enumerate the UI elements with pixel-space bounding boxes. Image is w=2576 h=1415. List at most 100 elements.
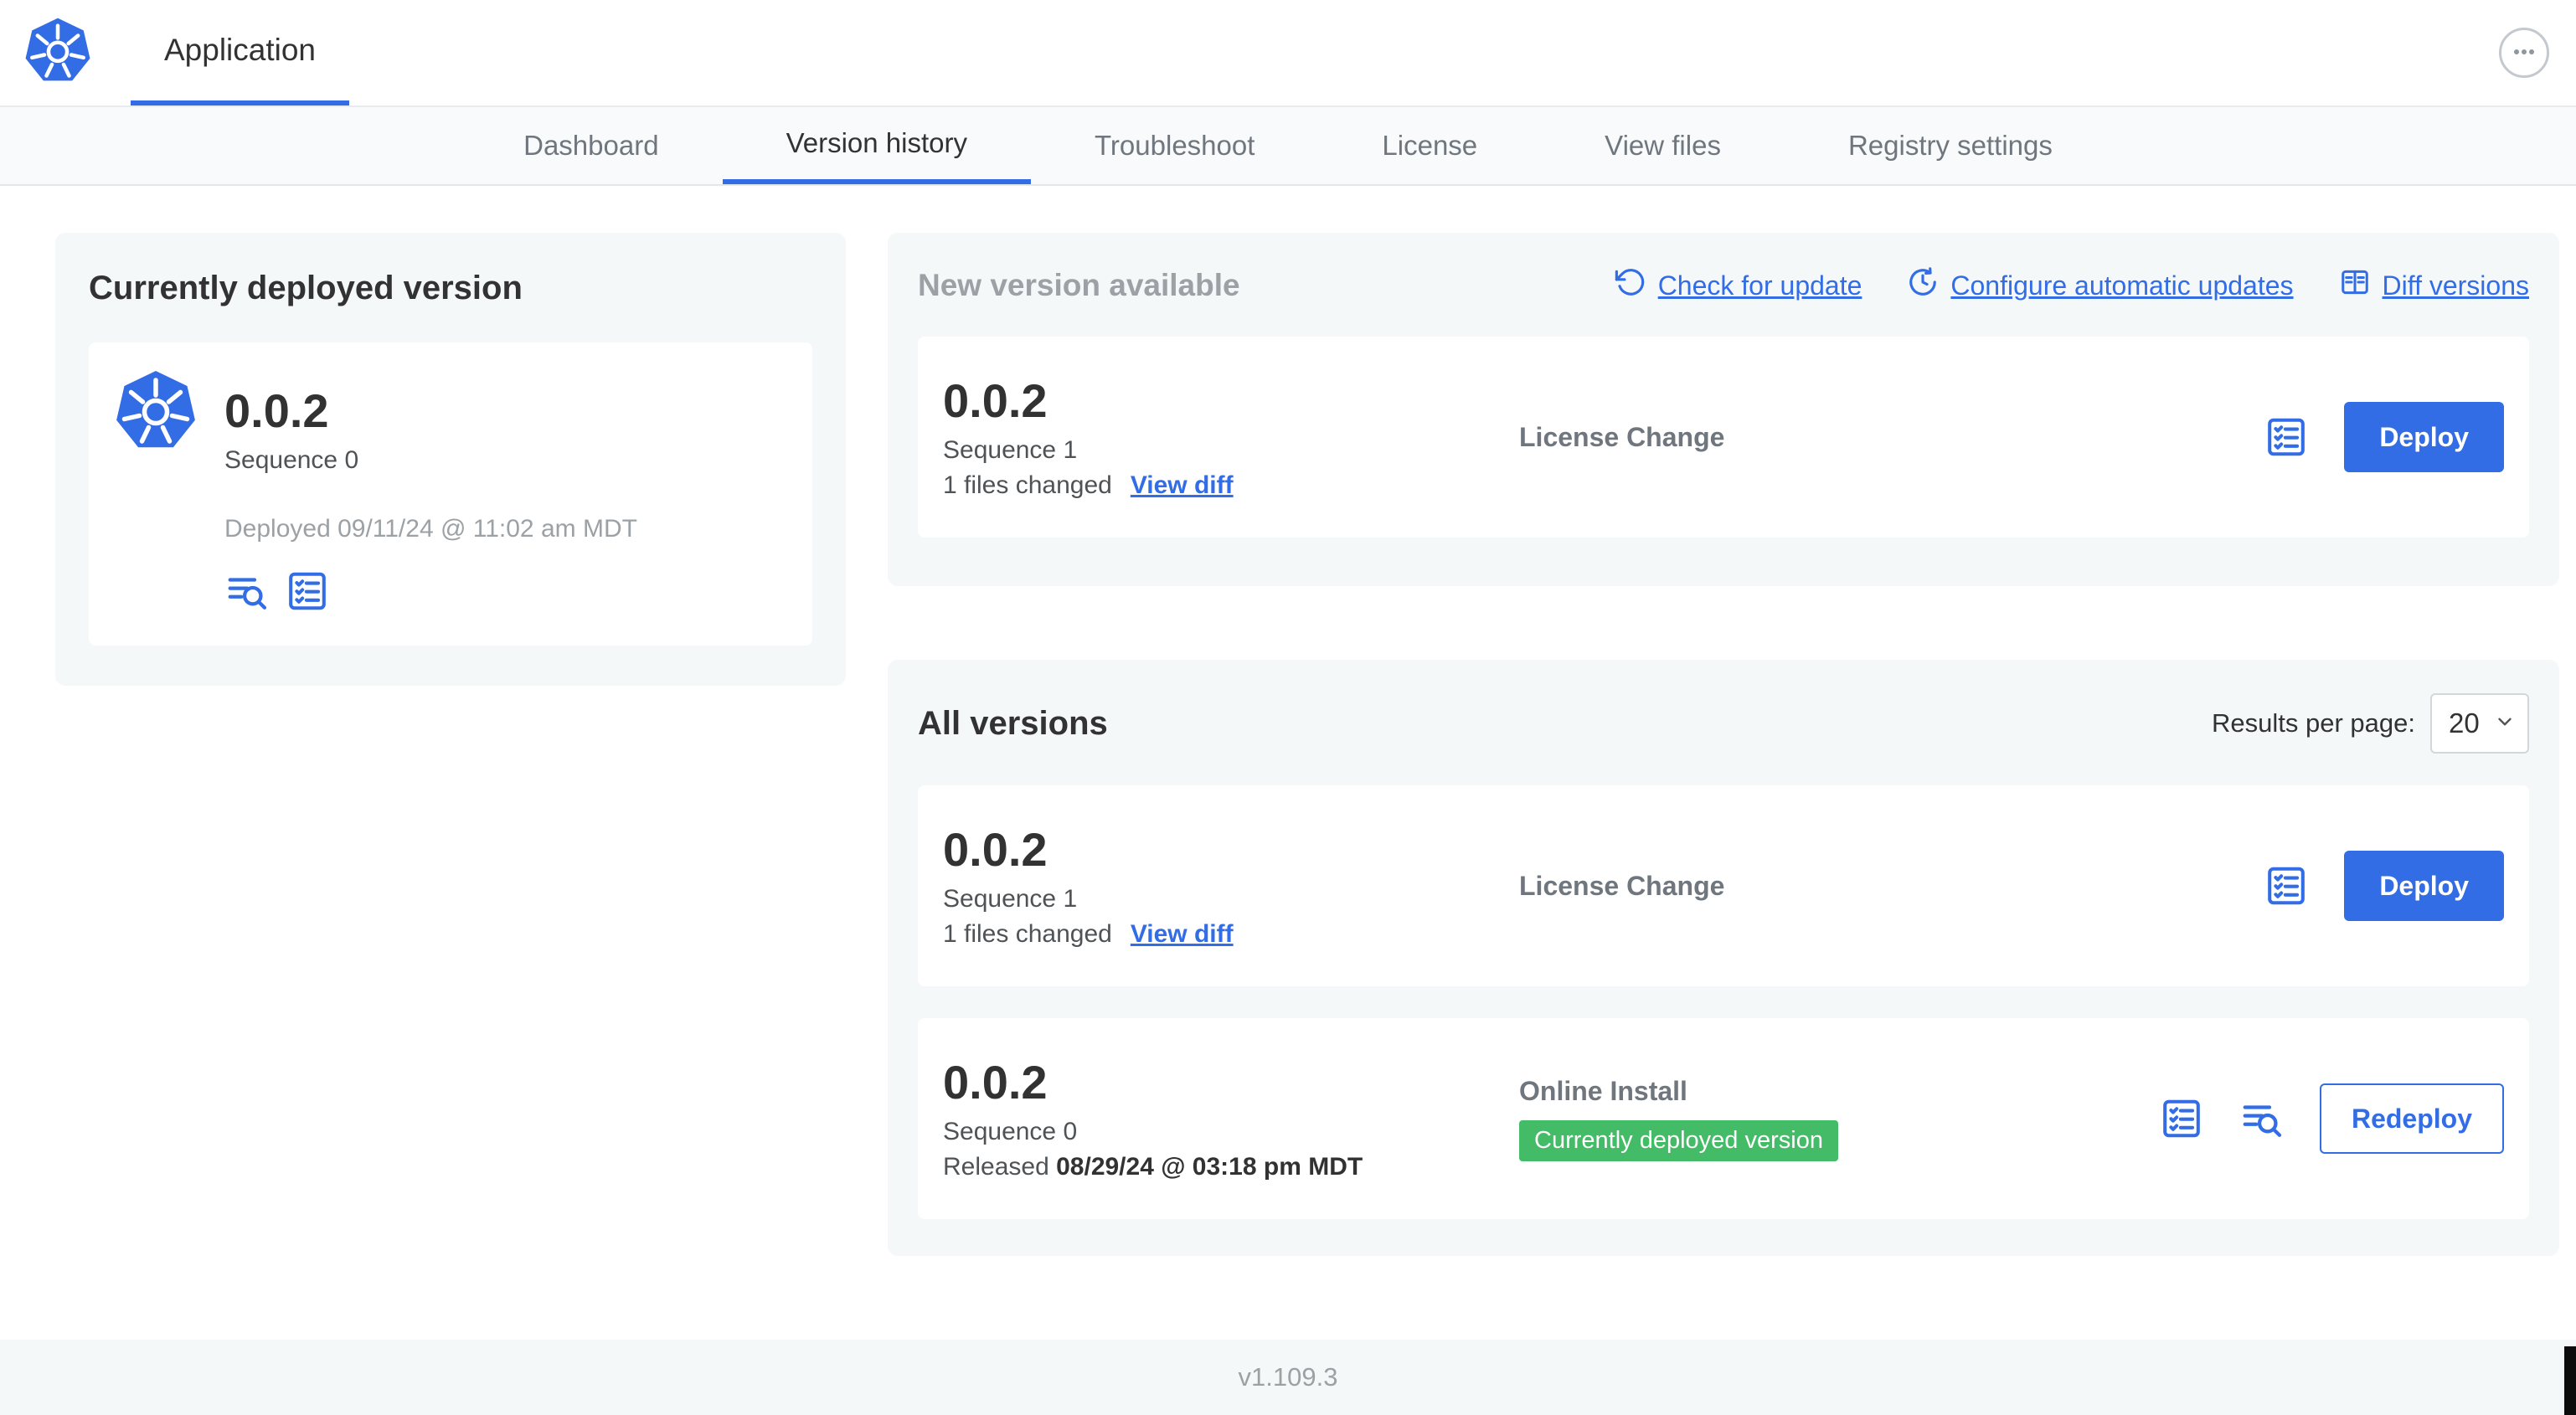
clock-refresh-icon <box>1907 266 1939 305</box>
new-version-release-row: 0.0.2 Sequence 1 1 files changed View di… <box>918 337 2529 538</box>
logs-icon <box>224 569 270 614</box>
chevron-down-icon <box>2494 708 2516 739</box>
ellipsis-icon <box>2509 37 2539 69</box>
currently-deployed-title: Currently deployed version <box>89 270 523 306</box>
new-version-actions: Check for update Configure automatic upd… <box>1615 266 2529 305</box>
release-source: Online Install Currently deployed versio… <box>1519 1076 2159 1161</box>
files-changed-line: 1 files changed View diff <box>943 471 1519 500</box>
tab-troubleshoot[interactable]: Troubleshoot <box>1031 107 1318 184</box>
tab-version-history[interactable]: Version history <box>722 107 1031 184</box>
configure-automatic-updates-link[interactable]: Configure automatic updates <box>1907 266 2294 305</box>
deployed-sequence: Sequence 0 <box>224 446 359 475</box>
results-per-page-select[interactable]: 20 <box>2430 693 2529 754</box>
results-per-page: Results per page: 20 <box>2212 693 2529 754</box>
deploy-button[interactable]: Deploy <box>2344 851 2504 921</box>
tab-dashboard[interactable]: Dashboard <box>460 107 722 184</box>
tab-label: Version history <box>786 127 967 158</box>
right-column: New version available Check for update C… <box>888 233 2559 1256</box>
checklist-icon <box>2159 1096 2204 1141</box>
app-footer: v1.109.3 <box>0 1340 2576 1415</box>
version-row: 0.0.2 Sequence 0 Released 08/29/24 @ 03:… <box>918 1018 2529 1219</box>
deploy-button[interactable]: Deploy <box>2344 402 2504 472</box>
tab-application[interactable]: Application <box>131 0 350 105</box>
check-for-update-link[interactable]: Check for update <box>1615 266 1862 305</box>
view-diff-link[interactable]: View diff <box>1131 471 1234 500</box>
deployed-version-number: 0.0.2 <box>224 384 329 437</box>
row-actions: Deploy <box>2264 851 2504 921</box>
currently-deployed-badge: Currently deployed version <box>1519 1120 1838 1161</box>
view-diff-link[interactable]: View diff <box>1131 920 1234 949</box>
all-versions-card: All versions Results per page: 20 0.0.2 … <box>888 660 2559 1256</box>
row-actions: Redeploy <box>2159 1083 2504 1154</box>
all-versions-title: All versions <box>918 704 1108 742</box>
app-tab-label: Application <box>164 33 317 67</box>
all-versions-header: All versions Results per page: 20 <box>918 693 2529 754</box>
preflight-checks-button[interactable] <box>2264 414 2309 460</box>
release-source: License Change <box>1519 871 2264 902</box>
tab-label: Registry settings <box>1847 130 2053 161</box>
files-changed-text: 1 files changed <box>943 920 1112 949</box>
refresh-icon <box>1615 266 1646 305</box>
check-for-update-label: Check for update <box>1657 270 1862 301</box>
view-logs-button[interactable] <box>224 569 270 614</box>
main-content: Currently deployed version 0.0.2 Sequenc… <box>0 186 2576 1340</box>
configure-automatic-updates-label: Configure automatic updates <box>1950 270 2294 301</box>
kubernetes-app-icon <box>114 369 198 614</box>
release-info: 0.0.2 Sequence 1 1 files changed View di… <box>943 374 1519 500</box>
release-actions: Deploy <box>2264 402 2504 472</box>
results-per-page-label: Results per page: <box>2212 708 2415 738</box>
tab-label: Troubleshoot <box>1095 130 1255 161</box>
release-info: 0.0.2 Sequence 0 Released 08/29/24 @ 03:… <box>943 1056 1519 1181</box>
logs-icon <box>2239 1096 2285 1141</box>
diff-versions-link[interactable]: Diff versions <box>2339 266 2529 305</box>
row-version-number: 0.0.2 <box>943 822 1048 876</box>
console-version: v1.109.3 <box>1238 1362 1338 1392</box>
release-source: License Change <box>1519 422 2264 453</box>
preflight-checks-button[interactable] <box>285 569 330 614</box>
deployed-version-box: 0.0.2 Sequence 0 Deployed 09/11/24 @ 11:… <box>89 342 812 646</box>
released-line: Released 08/29/24 @ 03:18 pm MDT <box>943 1153 1519 1181</box>
tab-label: License <box>1382 130 1478 161</box>
release-source-label: License Change <box>1519 421 1725 452</box>
checklist-icon <box>285 569 330 614</box>
new-version-header: New version available Check for update C… <box>918 266 2529 305</box>
kubernetes-logo-icon <box>23 17 92 90</box>
row-source-label: License Change <box>1519 870 1725 901</box>
released-label: Released <box>943 1153 1049 1181</box>
preflight-checks-button[interactable] <box>2159 1096 2204 1141</box>
checklist-icon <box>2264 414 2309 460</box>
files-changed-line: 1 files changed View diff <box>943 920 1519 949</box>
row-version-number: 0.0.2 <box>943 1055 1048 1109</box>
tab-registry-settings[interactable]: Registry settings <box>1785 107 2116 184</box>
version-row: 0.0.2 Sequence 1 1 files changed View di… <box>918 785 2529 986</box>
diff-icon <box>2339 266 2371 305</box>
tab-license[interactable]: License <box>1318 107 1541 184</box>
row-sequence: Sequence 0 <box>943 1118 1078 1146</box>
files-changed-text: 1 files changed <box>943 471 1112 500</box>
released-timestamp: 08/29/24 @ 03:18 pm MDT <box>1056 1153 1363 1181</box>
deployed-version-info: 0.0.2 Sequence 0 Deployed 09/11/24 @ 11:… <box>224 369 637 614</box>
app-subnav: Dashboard Version history Troubleshoot L… <box>0 107 2576 186</box>
results-per-page-value: 20 <box>2449 708 2480 738</box>
deployed-icon-row <box>224 569 637 614</box>
deployed-timestamp: Deployed 09/11/24 @ 11:02 am MDT <box>224 515 637 543</box>
release-info: 0.0.2 Sequence 1 1 files changed View di… <box>943 823 1519 949</box>
diff-versions-label: Diff versions <box>2382 270 2529 301</box>
scrollbar-thumb[interactable] <box>2564 1346 2576 1415</box>
row-sequence: Sequence 1 <box>943 885 1078 913</box>
redeploy-button[interactable]: Redeploy <box>2319 1083 2504 1154</box>
tab-label: View files <box>1605 130 1721 161</box>
tab-label: Dashboard <box>523 130 659 161</box>
topbar: Application <box>0 0 2576 107</box>
tab-view-files[interactable]: View files <box>1541 107 1785 184</box>
preflight-checks-button[interactable] <box>2264 863 2309 908</box>
overflow-menu-button[interactable] <box>2499 28 2549 78</box>
release-sequence: Sequence 1 <box>943 436 1078 465</box>
view-logs-button[interactable] <box>2239 1096 2285 1141</box>
app-logo[interactable] <box>0 0 92 105</box>
currently-deployed-card: Currently deployed version 0.0.2 Sequenc… <box>55 233 846 687</box>
new-version-card: New version available Check for update C… <box>888 233 2559 586</box>
release-version-number: 0.0.2 <box>943 373 1048 427</box>
new-version-title: New version available <box>918 268 1240 302</box>
